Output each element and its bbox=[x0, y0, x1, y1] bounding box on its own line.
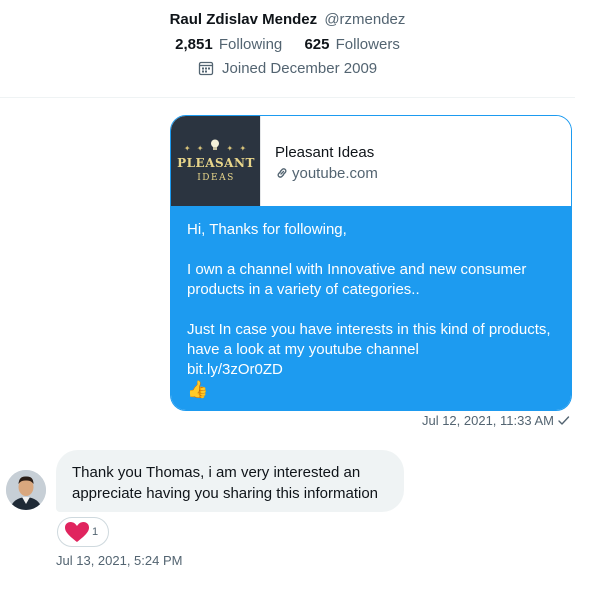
profile-handle[interactable]: @rzmendez bbox=[324, 11, 405, 28]
received-message-bubble: Thank you Thomas, i am very interested a… bbox=[56, 450, 404, 512]
sent-timestamp: Jul 12, 2021, 11:33 AM bbox=[421, 413, 554, 428]
message-line: Just In case you have interests in this … bbox=[187, 321, 551, 358]
reaction-count: 1 bbox=[92, 526, 99, 538]
message-link[interactable]: bit.ly/3zOr0ZD bbox=[187, 360, 555, 380]
following-label: Following bbox=[218, 36, 283, 53]
received-message-text: Thank you Thomas, i am very interested a… bbox=[72, 464, 379, 502]
received-timestamp: Jul 13, 2021, 5:24 PM bbox=[56, 553, 183, 568]
joined-date: Joined December 2009 bbox=[222, 60, 378, 77]
sent-message-card: ✦ ✦ ✦ ✦ PLEASANT IDEAS Pleasant Ideas yo… bbox=[170, 115, 572, 411]
avatar-image bbox=[6, 470, 46, 510]
link-preview-card[interactable]: ✦ ✦ ✦ ✦ PLEASANT IDEAS Pleasant Ideas yo… bbox=[171, 116, 571, 206]
profile-name-row: Raul Zdislav Mendez @rzmendez bbox=[0, 11, 575, 28]
profile-header: Raul Zdislav Mendez @rzmendez 2,851 Foll… bbox=[0, 0, 575, 98]
message-line: Hi, Thanks for following, bbox=[187, 221, 347, 238]
link-preview-domain: youtube.com bbox=[292, 165, 378, 182]
sent-message-text: Hi, Thanks for following, I own a channe… bbox=[171, 206, 571, 410]
checkmark-icon bbox=[558, 416, 570, 425]
profile-stats: 2,851 Following 625 Followers bbox=[0, 36, 575, 53]
profile-name[interactable]: Raul Zdislav Mendez bbox=[170, 11, 318, 28]
followers-label: Followers bbox=[335, 36, 400, 53]
thumbnail-text-line1: PLEASANT bbox=[177, 156, 255, 170]
thumbs-up-emoji: 👍 bbox=[187, 380, 209, 399]
lightbulb-icon bbox=[211, 139, 219, 150]
heart-reaction[interactable]: 1 bbox=[57, 517, 110, 547]
sent-message-meta: Jul 12, 2021, 11:33 AM bbox=[422, 413, 570, 428]
following-stat[interactable]: 2,851 Following bbox=[175, 36, 282, 53]
followers-stat[interactable]: 625 Followers bbox=[304, 36, 399, 53]
calendar-icon bbox=[198, 61, 214, 76]
following-count: 2,851 bbox=[175, 36, 213, 53]
link-preview-title: Pleasant Ideas bbox=[275, 144, 375, 161]
heart-icon bbox=[65, 522, 89, 542]
joined-date-row: Joined December 2009 bbox=[0, 60, 575, 77]
link-preview-domain-row: youtube.com bbox=[275, 165, 378, 182]
followers-count: 625 bbox=[304, 36, 330, 53]
link-preview-thumbnail: ✦ ✦ ✦ ✦ PLEASANT IDEAS bbox=[171, 116, 261, 206]
link-icon bbox=[277, 168, 287, 178]
message-line: I own a channel with Innovative and new … bbox=[187, 261, 527, 298]
thumbnail-text-line2: IDEAS bbox=[197, 173, 235, 183]
avatar[interactable] bbox=[6, 470, 46, 510]
